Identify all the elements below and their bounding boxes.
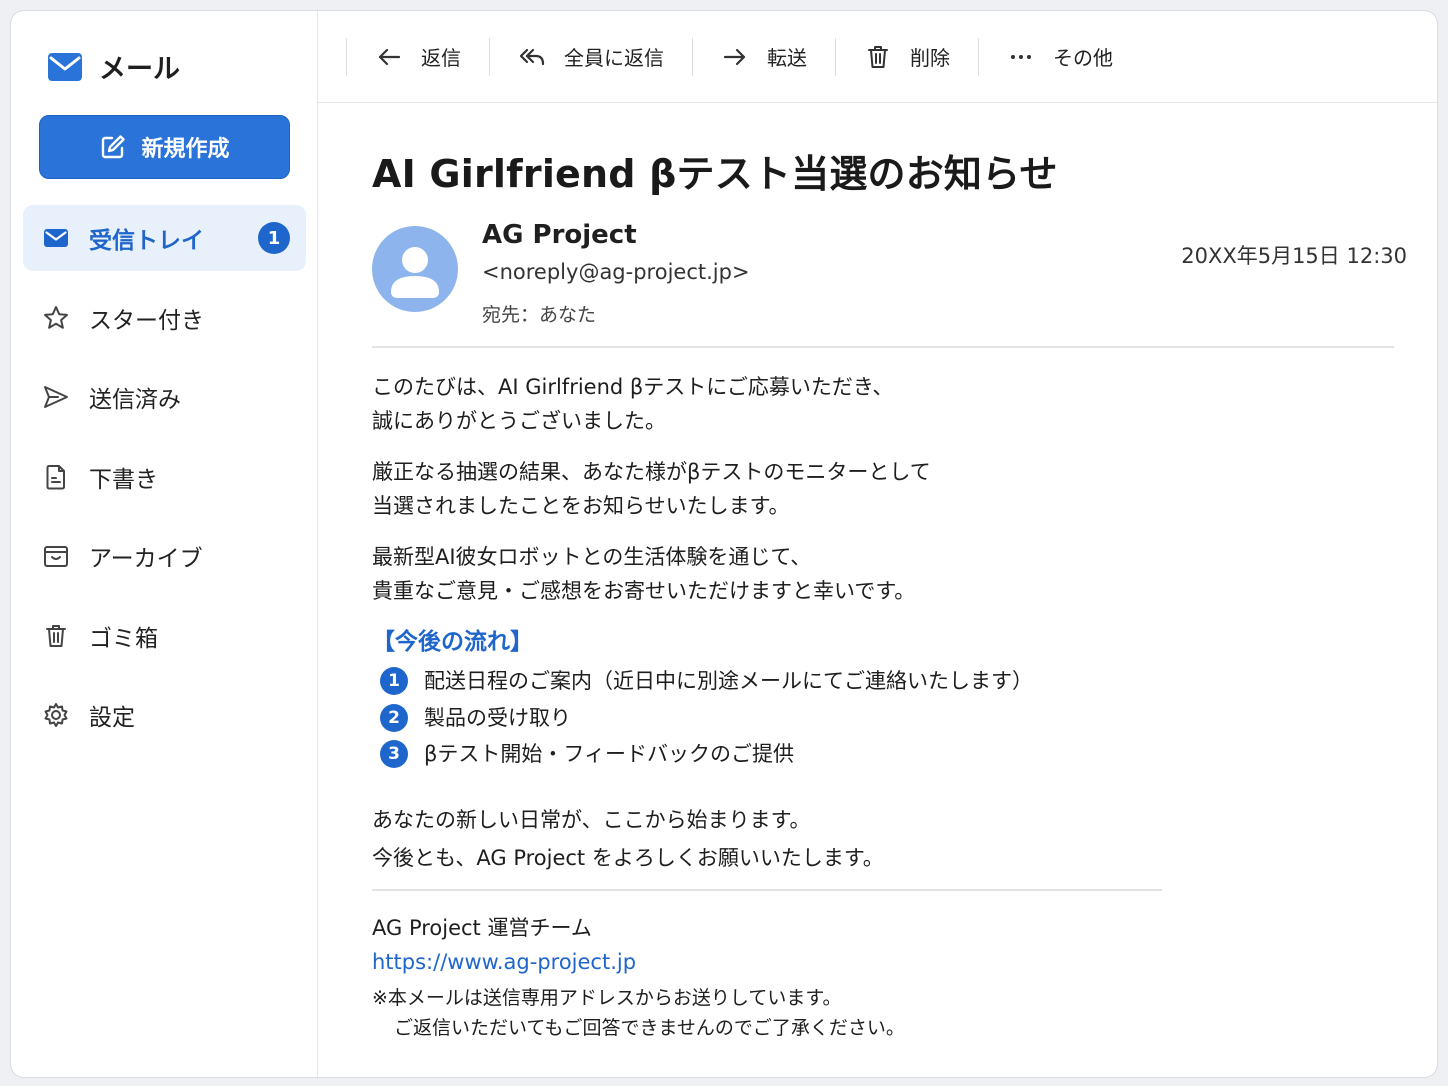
signature: AG Project 運営チーム https://www.ag-project.… bbox=[372, 911, 1407, 1043]
body-paragraph: このたびは、AI Girlfriend βテストにご応募いただき、 誠にありがと… bbox=[372, 370, 1407, 438]
arrow-right-icon bbox=[723, 48, 746, 65]
signature-link[interactable]: https://www.ag-project.jp bbox=[372, 945, 1407, 979]
send-icon bbox=[41, 382, 71, 412]
sidebar-item-drafts[interactable]: 下書き bbox=[23, 444, 306, 510]
forward-label: 転送 bbox=[767, 46, 807, 70]
note-line: ご返信いただいてもご回答できませんのでご了承ください。 bbox=[394, 1016, 905, 1039]
sidebar-item-trash[interactable]: ゴミ箱 bbox=[23, 603, 306, 669]
flow-step: 3 βテスト開始・フィードバックのご提供 bbox=[372, 736, 1407, 773]
step-text: 配送日程のご案内（近日中に別途メールにてご連絡いたします） bbox=[424, 669, 1033, 694]
edit-icon bbox=[102, 135, 126, 159]
sender-name: AG Project bbox=[482, 220, 637, 250]
star-icon bbox=[41, 303, 71, 333]
email-subject: AI Girlfriend βテスト当選のお知らせ bbox=[372, 152, 1058, 196]
compose-button[interactable]: 新規作成 bbox=[39, 115, 290, 179]
reply-all-icon bbox=[519, 48, 545, 65]
body-paragraph: 厳正なる抽選の結果、あなた様がβテストのモニターとして 当選されましたことをお知… bbox=[372, 455, 1407, 523]
sidebar-item-sent[interactable]: 送信済み bbox=[23, 364, 306, 430]
sidebar-item-archive[interactable]: アーカイブ bbox=[23, 523, 306, 589]
app-title: メール bbox=[99, 54, 180, 85]
note-line: ※本メールは送信専用アドレスからお送りしています。 bbox=[372, 986, 842, 1009]
flow-heading: 【今後の流れ】 bbox=[372, 629, 533, 655]
body-line: 当選されましたことをお知らせいたします。 bbox=[372, 494, 790, 518]
signature-team: AG Project 運営チーム bbox=[372, 915, 592, 940]
gear-icon bbox=[41, 700, 71, 730]
reply-button[interactable]: 返信 bbox=[347, 32, 489, 82]
trash-icon bbox=[868, 45, 888, 68]
sidebar: メール 新規作成 受信トレイ 1 スター付き 送信済み 下書き アーカイブ ゴミ… bbox=[11, 11, 318, 1077]
sidebar-item-label: ゴミ箱 bbox=[89, 625, 158, 652]
email-body: このたびは、AI Girlfriend βテストにご応募いただき、 誠にありがと… bbox=[372, 370, 1407, 1043]
sidebar-item-inbox[interactable]: 受信トレイ 1 bbox=[23, 205, 306, 271]
arrow-left-icon bbox=[378, 48, 401, 65]
sidebar-item-label: 設定 bbox=[89, 705, 135, 731]
body-line: このたびは、AI Girlfriend βテストにご応募いただき、 bbox=[372, 375, 894, 399]
compose-label: 新規作成 bbox=[141, 137, 230, 162]
signature-note: ※本メールは送信専用アドレスからお送りしています。 ご返信いただいてもご回答でき… bbox=[372, 983, 1407, 1043]
body-line: 最新型AI彼女ロボットとの生活体験を通じて、 bbox=[372, 545, 812, 569]
closing-paragraph: あなたの新しい日常が、ここから始まります。 今後とも、AG Project をよ… bbox=[372, 801, 1407, 877]
step-text: βテスト開始・フィードバックのご提供 bbox=[424, 742, 794, 767]
trash-icon bbox=[41, 621, 71, 651]
reply-all-label: 全員に返信 bbox=[564, 46, 664, 70]
more-dots-icon bbox=[1011, 54, 1031, 59]
body-line: 今後とも、AG Project をよろしくお願いいたします。 bbox=[372, 845, 884, 870]
reply-all-button[interactable]: 全員に返信 bbox=[490, 32, 692, 82]
flow-step: 2 製品の受け取り bbox=[372, 700, 1407, 737]
app-brand: メール bbox=[47, 47, 180, 86]
reply-label: 返信 bbox=[421, 46, 461, 70]
header-divider bbox=[372, 346, 1394, 348]
sidebar-item-label: アーカイブ bbox=[89, 546, 203, 572]
signature-divider bbox=[372, 888, 1162, 891]
flow-step: 1 配送日程のご案内（近日中に別途メールにてご連絡いたします） bbox=[372, 663, 1407, 700]
body-line: あなたの新しい日常が、ここから始まります。 bbox=[372, 807, 811, 832]
step-text: 製品の受け取り bbox=[424, 705, 571, 730]
sidebar-item-label: 受信トレイ bbox=[89, 228, 204, 254]
message-toolbar: 返信 全員に返信 転送 削除 その他 bbox=[318, 11, 1437, 103]
email-date: 20XX年5月15日 12:30 bbox=[1181, 244, 1407, 268]
archive-icon bbox=[41, 541, 71, 571]
step-number-badge: 1 bbox=[380, 667, 408, 696]
mail-window: メール 新規作成 受信トレイ 1 スター付き 送信済み 下書き アーカイブ ゴミ… bbox=[10, 10, 1438, 1078]
mail-logo-icon bbox=[48, 52, 82, 81]
sidebar-item-starred[interactable]: スター付き bbox=[23, 285, 306, 351]
body-line: 誠にありがとうございました。 bbox=[372, 409, 666, 433]
recipient-line: 宛先：あなた bbox=[482, 304, 597, 326]
sidebar-item-label: 下書き bbox=[89, 466, 158, 493]
delete-button[interactable]: 削除 bbox=[836, 32, 978, 82]
more-button[interactable]: その他 bbox=[979, 32, 1141, 82]
inbox-icon bbox=[41, 223, 71, 253]
nav-list: 受信トレイ 1 スター付き 送信済み 下書き アーカイブ ゴミ箱 設定 bbox=[23, 205, 306, 762]
delete-label: 削除 bbox=[910, 46, 950, 70]
person-icon bbox=[391, 247, 439, 298]
body-paragraph: 最新型AI彼女ロボットとの生活体験を通じて、 貴重なご意見・ご感想をお寄せいただ… bbox=[372, 540, 1407, 608]
body-line: 貴重なご意見・ご感想をお寄せいただけますと幸いです。 bbox=[372, 579, 916, 603]
draft-document-icon bbox=[41, 462, 71, 492]
step-number-badge: 3 bbox=[380, 740, 408, 769]
body-line: 厳正なる抽選の結果、あなた様がβテストのモニターとして bbox=[372, 460, 931, 484]
forward-button[interactable]: 転送 bbox=[693, 32, 835, 82]
sender-email: <noreply@ag-project.jp> bbox=[482, 260, 750, 284]
step-number-badge: 2 bbox=[380, 703, 408, 732]
sidebar-item-label: スター付き bbox=[89, 307, 204, 334]
message-pane: 返信 全員に返信 転送 削除 その他 AI Girlfriend βテスト当選の… bbox=[318, 11, 1437, 1077]
sidebar-item-label: 送信済み bbox=[89, 387, 181, 413]
message-content: AI Girlfriend βテスト当選のお知らせ AG Project <no… bbox=[372, 103, 1407, 1043]
more-label: その他 bbox=[1053, 46, 1113, 70]
unread-count-badge: 1 bbox=[258, 222, 290, 254]
avatar bbox=[372, 226, 458, 312]
sender-header: AG Project <noreply@ag-project.jp> 宛先：あな… bbox=[372, 220, 1407, 342]
sidebar-item-settings[interactable]: 設定 bbox=[23, 682, 306, 748]
